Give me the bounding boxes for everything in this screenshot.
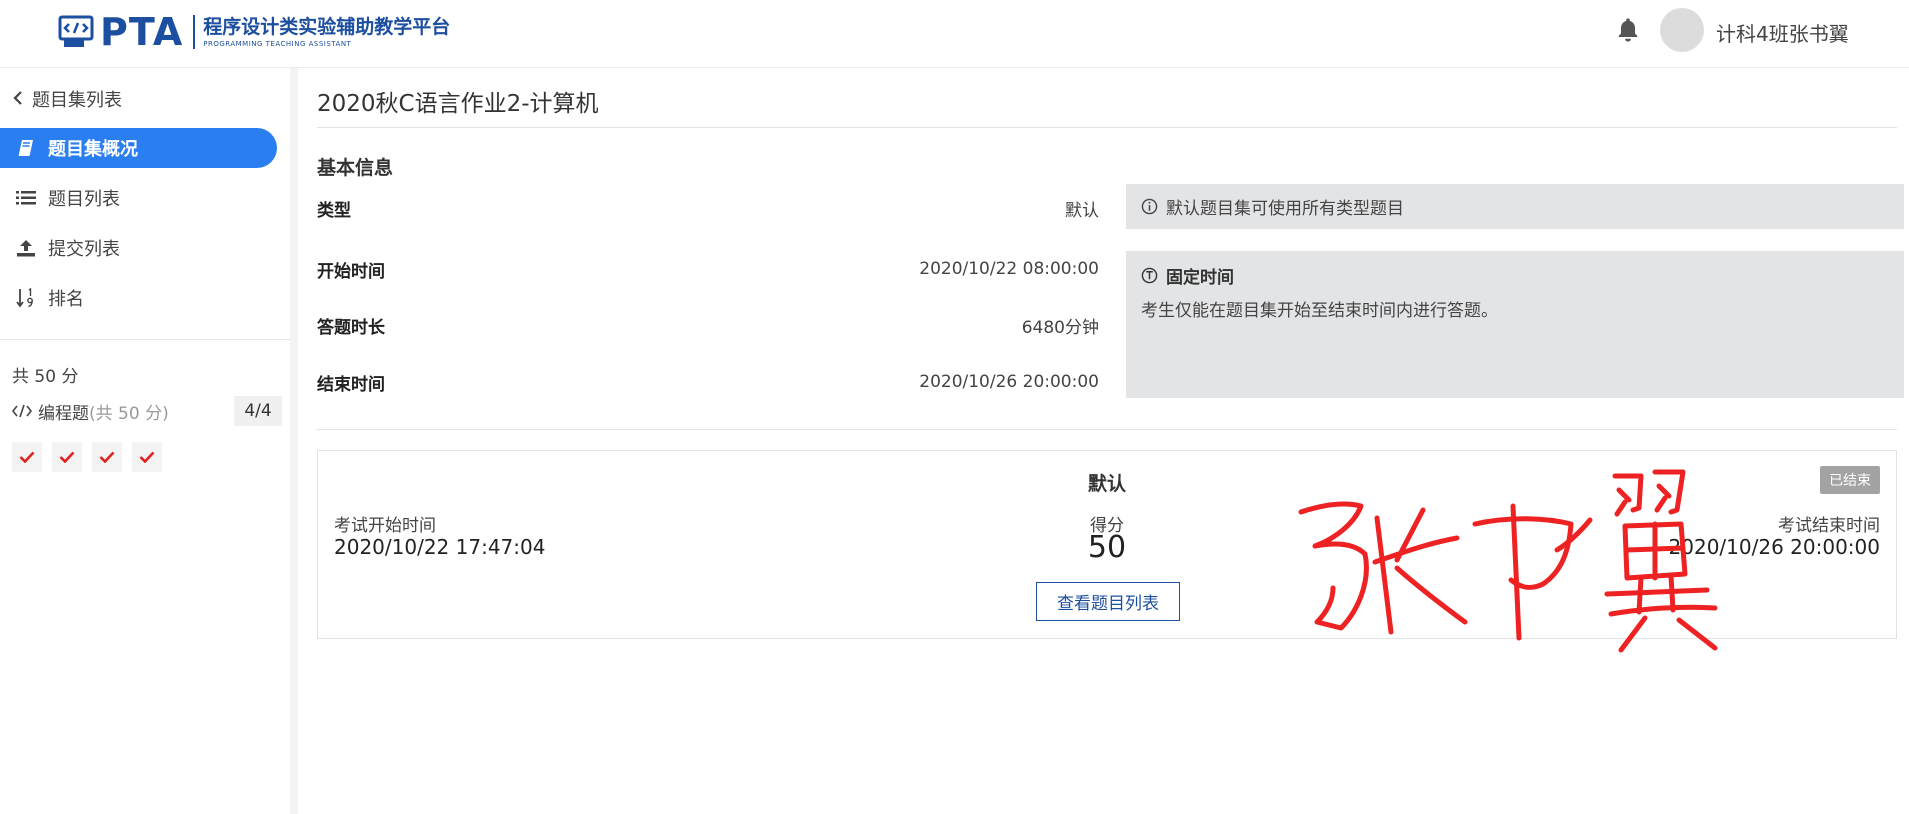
problem-status-list <box>12 442 162 472</box>
section-divider <box>317 429 1897 430</box>
checkmark-icon <box>59 448 75 467</box>
logo-cn-name: 程序设计类实验辅助教学平台 <box>203 16 451 38</box>
info-value: 2020/10/22 08:00:00 <box>919 259 1099 279</box>
page-title: 2020秋C语言作业2-计算机 <box>317 91 599 117</box>
section-title-basic-info: 基本信息 <box>317 157 394 179</box>
logo-en-name: PROGRAMMING TEACHING ASSISTANT <box>203 40 352 48</box>
info-key: 类型 <box>317 200 351 221</box>
problem-status-3[interactable] <box>92 442 122 472</box>
sidebar-item-label: 题目集概况 <box>48 139 138 160</box>
sidebar-item-ranking[interactable]: 排名 <box>0 278 277 318</box>
avatar[interactable] <box>1660 8 1704 52</box>
category-programming[interactable]: 编程题 (共 50 分) 4/4 <box>12 396 282 426</box>
problem-status-4[interactable] <box>132 442 162 472</box>
logo-divider <box>193 15 196 49</box>
sidebar-divider <box>0 339 290 340</box>
main-content: 2020秋C语言作业2-计算机 基本信息 类型 默认 开始时间 2020/10/… <box>306 68 1909 814</box>
info-key: 结束时间 <box>317 374 385 395</box>
info-key: 答题时长 <box>317 317 385 338</box>
list-icon <box>16 188 36 208</box>
category-points: (共 50 分) <box>89 403 169 424</box>
problem-status-1[interactable] <box>12 442 42 472</box>
info-value: 6480分钟 <box>1021 317 1099 338</box>
logo-text: 程序设计类实验辅助教学平台 PROGRAMMING TEACHING ASSIS… <box>203 15 450 49</box>
status-badge: 已结束 <box>1820 466 1880 494</box>
category-label: 编程题 <box>38 403 89 424</box>
code-monitor-icon <box>58 14 94 50</box>
time-hint-box: 固定时间 考生仅能在题目集开始至结束时间内进行答题。 <box>1126 251 1904 398</box>
sidebar-item-problem-list[interactable]: 题目列表 <box>0 178 277 218</box>
type-hint-box: 默认题目集可使用所有类型题目 <box>1126 184 1904 229</box>
info-value: 2020/10/26 20:00:00 <box>919 372 1099 392</box>
problem-status-2[interactable] <box>52 442 82 472</box>
info-value: 默认 <box>1065 200 1099 221</box>
time-hint-title: 固定时间 <box>1166 268 1234 288</box>
clock-icon <box>1141 267 1158 284</box>
info-row-start-time: 开始时间 2020/10/22 08:00:00 <box>317 255 1099 283</box>
top-header: PTA 程序设计类实验辅助教学平台 PROGRAMMING TEACHING A… <box>0 0 1909 68</box>
info-row-type: 类型 默认 <box>317 194 1099 222</box>
handwritten-signature <box>1298 469 1718 653</box>
sidebar-item-label: 排名 <box>48 289 84 310</box>
code-icon <box>12 404 32 418</box>
sort-numeric-icon <box>16 288 36 308</box>
exam-end-label: 考试结束时间 <box>1778 516 1880 536</box>
upload-icon <box>16 238 36 258</box>
checkmark-icon <box>99 448 115 467</box>
info-circle-icon <box>1141 198 1158 215</box>
category-progress-badge: 4/4 <box>234 396 282 426</box>
info-row-duration: 答题时长 6480分钟 <box>317 311 1099 339</box>
view-problem-list-button[interactable]: 查看题目列表 <box>1036 582 1180 621</box>
type-hint-text: 默认题目集可使用所有类型题目 <box>1166 199 1404 219</box>
chevron-left-icon <box>12 89 24 110</box>
title-divider <box>317 127 1897 128</box>
checkmark-icon <box>139 448 155 467</box>
book-icon <box>16 138 36 158</box>
sidebar-item-overview[interactable]: 题目集概况 <box>0 128 277 168</box>
total-score: 共 50 分 <box>12 367 79 387</box>
username[interactable]: 计科4班张书翼 <box>1716 18 1849 47</box>
checkmark-icon <box>19 448 35 467</box>
info-row-end-time: 结束时间 2020/10/26 20:00:00 <box>317 368 1099 396</box>
logo-wordmark: PTA <box>100 10 184 54</box>
time-hint-body: 考生仅能在题目集开始至结束时间内进行答题。 <box>1141 301 1498 321</box>
back-to-problem-sets-link[interactable]: 题目集列表 <box>12 86 122 112</box>
pta-logo[interactable]: PTA 程序设计类实验辅助教学平台 PROGRAMMING TEACHING A… <box>58 12 450 52</box>
sidebar-item-label: 提交列表 <box>48 239 120 260</box>
sidebar-item-label: 题目列表 <box>48 189 120 210</box>
info-key: 开始时间 <box>317 261 385 282</box>
bell-icon[interactable] <box>1614 16 1642 44</box>
time-hint-header: 固定时间 <box>1141 263 1889 288</box>
sidebar: 题目集列表 题目集概况 题目列表 提交列表 排名 共 50 分 编程题 (共 5… <box>0 68 298 814</box>
sidebar-item-submissions[interactable]: 提交列表 <box>0 228 277 268</box>
back-link-label: 题目集列表 <box>32 90 122 111</box>
